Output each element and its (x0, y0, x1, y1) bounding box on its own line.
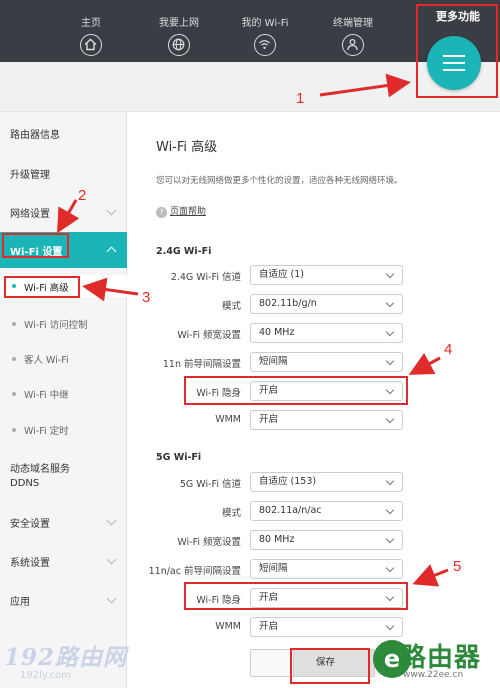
watermark-left-sub: 192ly.com (20, 670, 71, 681)
annotation-box-wifi-advanced (4, 276, 80, 298)
nav-internet[interactable]: 我要上网 (144, 0, 214, 62)
nav-devices[interactable]: 终端管理 (318, 0, 388, 62)
select-5g-guard-interval[interactable]: 短间隔 (250, 559, 403, 579)
nav-my-wifi-label: 我的 Wi-Fi (241, 18, 289, 29)
sidebar-item-system[interactable]: 系统设置 (0, 554, 127, 569)
chevron-down-icon (385, 298, 395, 308)
label-24g-channel: 2.4G Wi-Fi 信道 (170, 272, 241, 283)
bullet-icon (12, 428, 16, 432)
select-5g-wmm[interactable]: 开启 (250, 617, 403, 637)
annotation-box-save (290, 648, 370, 684)
chevron-down-icon (385, 534, 395, 544)
chevron-down-icon (106, 515, 117, 526)
home-icon (80, 34, 102, 56)
watermark-right-sub: www.22ee.cn (403, 670, 464, 680)
sidebar-item-ddns[interactable]: 动态域名服务 DDNS (0, 460, 127, 489)
sidebar-item-router-info[interactable]: 路由器信息 (0, 126, 127, 141)
sidebar-item-security[interactable]: 安全设置 (0, 515, 127, 530)
sidebar-item-network[interactable]: 网络设置 (0, 205, 127, 220)
sidebar-sub-guest-wifi[interactable]: 客人 Wi-Fi (0, 352, 127, 366)
label-24g-wmm: WMM (215, 414, 241, 425)
annotation-box-wifi-settings (2, 233, 69, 258)
chevron-down-icon (106, 205, 117, 216)
annotation-number-2: 2 (78, 187, 87, 204)
annotation-number-5: 5 (453, 558, 462, 575)
annotation-box-24g-hidden (184, 376, 408, 405)
select-5g-bandwidth[interactable]: 80 MHz (250, 530, 403, 550)
select-24g-bandwidth[interactable]: 40 MHz (250, 323, 403, 343)
chevron-down-icon (385, 327, 395, 337)
select-5g-mode[interactable]: 802.11a/n/ac (250, 501, 403, 521)
globe-icon (168, 34, 190, 56)
bullet-icon (12, 357, 16, 361)
watermark-right: 路由器 (400, 643, 482, 673)
annotation-number-4: 4 (444, 341, 453, 358)
sidebar-sub-wifi-access-control[interactable]: Wi-Fi 访问控制 (0, 317, 127, 331)
annotation-box-5g-hidden (184, 582, 408, 610)
section-title-24g: 2.4G Wi-Fi (156, 246, 212, 257)
chevron-down-icon (106, 554, 117, 565)
chevron-down-icon (385, 414, 395, 424)
label-5g-bandwidth: Wi-Fi 频宽设置 (177, 537, 241, 548)
select-24g-channel[interactable]: 自适应 (1) (250, 265, 403, 285)
nav-home[interactable]: 主页 (56, 0, 126, 62)
page-description: 您可以对无线网络做更多个性化的设置，适应各种无线网络环境。 (156, 176, 403, 186)
annotation-number-1: 1 (296, 90, 305, 107)
help-link[interactable]: ? 页面帮助 (156, 204, 206, 218)
annotation-number-3: 3 (142, 289, 151, 306)
chevron-down-icon (385, 563, 395, 573)
nav-my-wifi[interactable]: 我的 Wi-Fi (230, 0, 300, 62)
nav-devices-label: 终端管理 (333, 18, 373, 29)
nav-internet-label: 我要上网 (159, 18, 199, 29)
select-24g-guard-interval[interactable]: 短间隔 (250, 352, 403, 372)
user-icon (342, 34, 364, 56)
select-24g-mode[interactable]: 802.11b/g/n (250, 294, 403, 314)
chevron-down-icon (385, 621, 395, 631)
sidebar-sub-wifi-repeater[interactable]: Wi-Fi 中继 (0, 387, 127, 401)
bullet-icon (12, 392, 16, 396)
svg-text:e: e (384, 645, 400, 673)
label-24g-guard-interval: 11n 前导间隔设置 (162, 359, 241, 370)
chevron-up-icon (106, 246, 117, 257)
sidebar-item-apps[interactable]: 应用 (0, 593, 127, 608)
label-5g-guard-interval: 11n/ac 前导间隔设置 (148, 566, 241, 577)
chevron-down-icon (106, 593, 117, 604)
chevron-down-icon (385, 476, 395, 486)
watermark-left: 192路由网 (4, 644, 128, 671)
page-title: Wi-Fi 高级 (156, 140, 218, 155)
chevron-down-icon (385, 356, 395, 366)
help-icon: ? (156, 207, 167, 218)
nav-home-label: 主页 (81, 18, 101, 29)
label-24g-bandwidth: Wi-Fi 频宽设置 (177, 330, 241, 341)
select-5g-channel[interactable]: 自适应 (153) (250, 472, 403, 492)
sidebar-item-upgrade[interactable]: 升级管理 (0, 166, 127, 181)
sidebar: 路由器信息 升级管理 网络设置 Wi-Fi 设置 Wi-Fi 高级 Wi-Fi … (0, 112, 127, 688)
section-title-5g: 5G Wi-Fi (156, 452, 202, 463)
chevron-down-icon (385, 269, 395, 279)
wifi-icon (254, 34, 276, 56)
label-5g-mode: 模式 (221, 508, 241, 519)
annotation-box-more-functions (416, 4, 498, 98)
chevron-down-icon (385, 505, 395, 515)
select-24g-wmm[interactable]: 开启 (250, 410, 403, 430)
label-5g-channel: 5G Wi-Fi 信道 (179, 479, 241, 490)
sidebar-sub-wifi-schedule[interactable]: Wi-Fi 定时 (0, 423, 127, 437)
label-5g-wmm: WMM (215, 621, 241, 632)
bullet-icon (12, 322, 16, 326)
